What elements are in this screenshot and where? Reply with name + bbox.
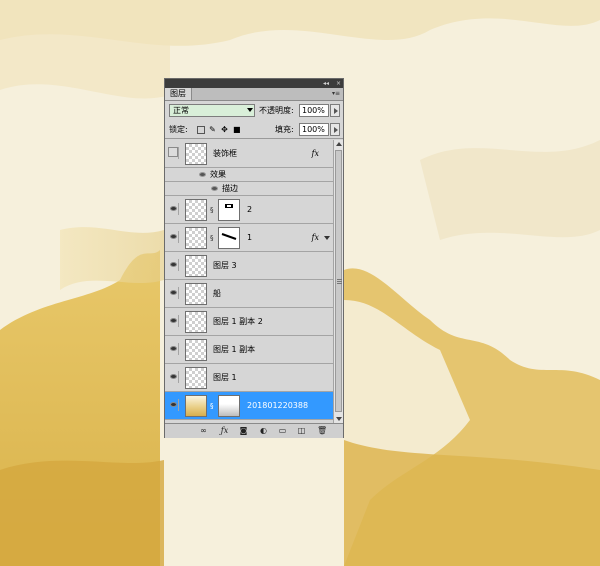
eye-icon: [170, 206, 177, 211]
lock-position-move-icon[interactable]: ✥: [221, 126, 228, 134]
eye-icon: [170, 318, 177, 323]
visibility-toggle[interactable]: [167, 259, 179, 271]
visibility-toggle[interactable]: [167, 343, 179, 355]
layer-mask-thumbnail[interactable]: [218, 395, 240, 417]
effects-row[interactable]: 效果: [165, 168, 333, 182]
layer-list: 装饰框 fx 效果 描边 § 2 § 1 fx 图层 3 船 图层 1 副本 2…: [165, 140, 333, 423]
add-mask-icon[interactable]: ◙: [239, 427, 248, 435]
fill-label: 填充:: [275, 125, 294, 134]
eye-icon: [170, 346, 177, 351]
add-style-icon[interactable]: ƒx: [220, 427, 229, 435]
visibility-toggle[interactable]: [167, 399, 179, 411]
layer-mask-thumbnail[interactable]: [218, 199, 240, 221]
visibility-toggle[interactable]: [167, 147, 179, 159]
blend-mode-select[interactable]: 正常: [169, 104, 255, 117]
layer-thumbnail: [185, 199, 207, 221]
layer-thumbnail: [185, 367, 207, 389]
eye-icon: [170, 374, 177, 379]
layer-name: 图层 3: [213, 261, 237, 270]
blend-row: 正常 不透明度: 100%: [165, 102, 343, 120]
layer-thumbnail: [185, 283, 207, 305]
layer-name: 图层 1 副本 2: [213, 317, 263, 326]
layer-name: 图层 1 副本: [213, 345, 256, 354]
lock-transparent-icon[interactable]: [197, 126, 205, 134]
layer-row-1[interactable]: § 1 fx: [165, 224, 333, 252]
layer-thumbnail: [185, 395, 207, 417]
mask-stroke-icon: [221, 233, 237, 240]
layer-list-scrollbar[interactable]: [333, 140, 343, 423]
layer-name: 1: [247, 233, 253, 242]
visibility-toggle[interactable]: [167, 371, 179, 383]
opacity-slider-button[interactable]: [330, 104, 340, 117]
visibility-toggle[interactable]: [167, 315, 179, 327]
lock-all-icon[interactable]: ■: [233, 126, 241, 134]
fill-slider-button[interactable]: [330, 123, 340, 136]
layer-row-layer3[interactable]: 图层 3: [165, 252, 333, 280]
layer-thumbnail: [185, 311, 207, 333]
eye-icon: [170, 262, 177, 267]
lock-label: 锁定:: [169, 125, 188, 134]
stroke-effect-row[interactable]: 描边: [165, 182, 333, 196]
link-layers-icon[interactable]: ∞: [199, 427, 208, 435]
layer-row-frame[interactable]: 装饰框 fx: [165, 140, 333, 168]
expand-effects-icon[interactable]: [324, 236, 330, 240]
layer-thumbnail: [185, 143, 207, 165]
layer-name: 201801220388: [247, 401, 309, 410]
grip-icon: [337, 279, 342, 284]
lock-image-brush-icon[interactable]: ✎: [209, 126, 216, 134]
layer-row-layer1[interactable]: 图层 1: [165, 364, 333, 392]
scroll-down-icon[interactable]: [336, 417, 342, 421]
layer-row-2[interactable]: § 2: [165, 196, 333, 224]
layer-row-layer1-copy2[interactable]: 图层 1 副本 2: [165, 308, 333, 336]
layer-name: 2: [247, 205, 253, 214]
chevron-down-icon: [247, 108, 253, 112]
fill-input[interactable]: 100%: [299, 123, 329, 136]
hidden-box-icon: [168, 147, 178, 157]
close-panel-icon[interactable]: ×: [336, 79, 341, 88]
adjustment-layer-icon[interactable]: ◐: [259, 427, 268, 435]
mask-shape-icon: [225, 204, 233, 208]
layer-thumbnail: [185, 339, 207, 361]
panel-tab-row: 图层 ▾≡: [165, 88, 343, 101]
layer-row-selected[interactable]: § 201801220388: [165, 392, 333, 420]
layer-mask-thumbnail[interactable]: [218, 227, 240, 249]
layers-panel: ◂◂ × 图层 ▾≡ 正常 不透明度: 100% 锁定: ✎ ✥ ■ 填充: 1…: [164, 78, 344, 438]
layer-thumbnail: [185, 255, 207, 277]
visibility-toggle[interactable]: [167, 287, 179, 299]
tab-layers[interactable]: 图层: [165, 88, 192, 100]
layer-thumbnail: [185, 227, 207, 249]
new-group-icon[interactable]: ▭: [278, 427, 287, 435]
new-layer-icon[interactable]: ◫: [297, 427, 306, 435]
scrollbar-thumb[interactable]: [335, 150, 342, 412]
delete-layer-icon[interactable]: 🗑: [317, 427, 327, 435]
layer-name: 装饰框: [213, 149, 237, 158]
eye-icon[interactable]: [211, 186, 218, 191]
panel-menu-icon[interactable]: ▾≡: [332, 88, 340, 100]
lock-row: 锁定: ✎ ✥ ■ 填充: 100%: [165, 120, 343, 139]
link-icon[interactable]: §: [210, 206, 216, 215]
opacity-input[interactable]: 100%: [299, 104, 329, 117]
stroke-label: 描边: [222, 184, 238, 193]
visibility-toggle[interactable]: [167, 203, 179, 215]
collapse-panel-icon[interactable]: ◂◂: [323, 79, 329, 88]
effects-label: 效果: [210, 170, 226, 179]
opacity-label: 不透明度:: [259, 106, 294, 115]
layer-row-boat[interactable]: 船: [165, 280, 333, 308]
eye-icon: [170, 290, 177, 295]
eye-icon[interactable]: [199, 172, 206, 177]
layer-name: 船: [213, 289, 221, 298]
fx-icon[interactable]: fx: [312, 224, 319, 252]
layer-name: 图层 1: [213, 373, 237, 382]
link-icon[interactable]: §: [210, 402, 216, 411]
scroll-up-icon[interactable]: [336, 142, 342, 146]
eye-icon: [170, 234, 177, 239]
link-icon[interactable]: §: [210, 234, 216, 243]
fx-icon[interactable]: fx: [312, 140, 319, 168]
panel-footer-toolbar: ∞ ƒx ◙ ◐ ▭ ◫ 🗑: [165, 423, 343, 438]
blend-mode-value: 正常: [173, 106, 189, 115]
eye-icon: [170, 402, 177, 407]
visibility-toggle[interactable]: [167, 231, 179, 243]
layer-row-layer1-copy[interactable]: 图层 1 副本: [165, 336, 333, 364]
panel-title-bar[interactable]: ◂◂ ×: [165, 79, 343, 88]
